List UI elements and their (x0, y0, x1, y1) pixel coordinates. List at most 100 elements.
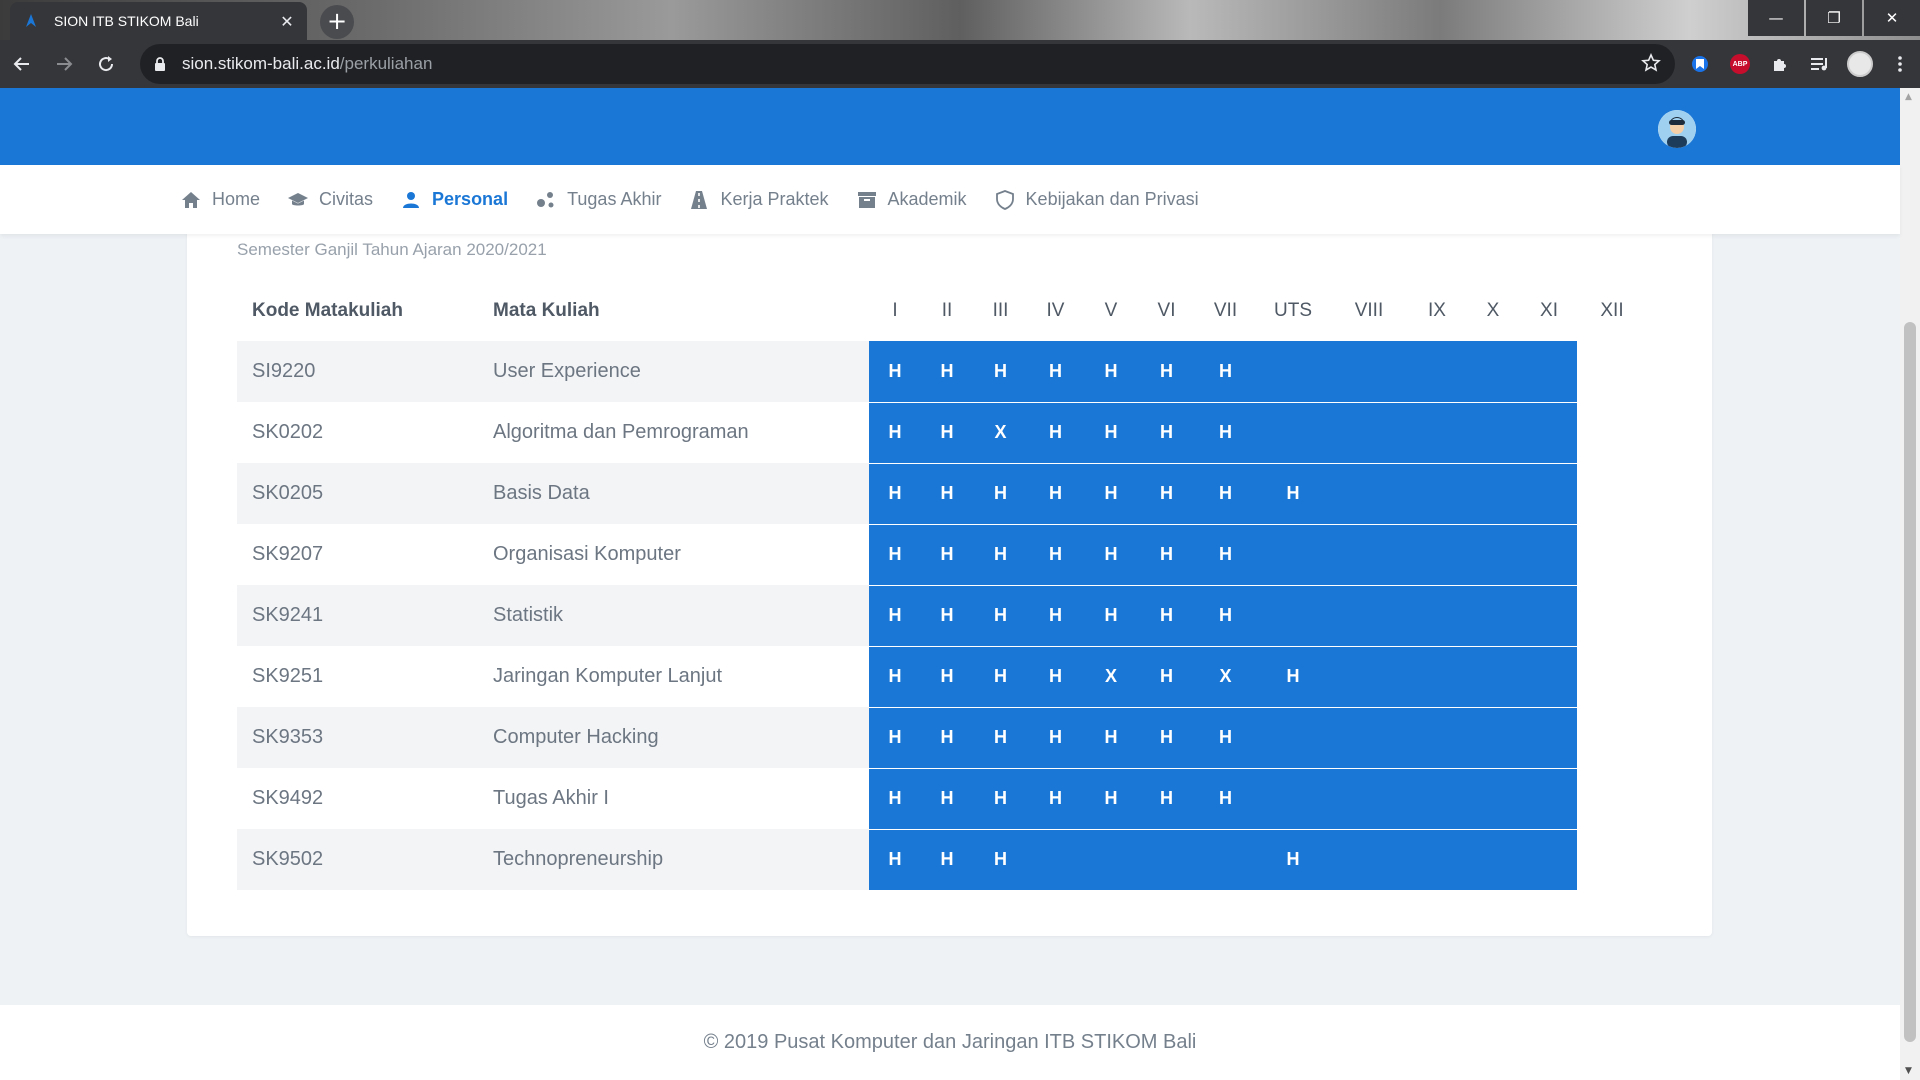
attendance-cell: H (1028, 585, 1083, 647)
attendance-cell: H (1028, 402, 1083, 464)
scroll-down-icon[interactable]: ▼ (1905, 1066, 1912, 1076)
attendance-cell: H (1194, 341, 1257, 403)
attendance-cell: X (1194, 646, 1257, 708)
attendance-cell (1521, 402, 1577, 464)
attendance-cell: H (973, 707, 1028, 769)
url-path: /perkuliahan (339, 54, 433, 73)
attendance-cell: H (1083, 463, 1139, 525)
attendance-cell: H (921, 341, 973, 403)
scrollbar-thumb[interactable] (1904, 322, 1916, 1042)
attendance-cell: H (921, 402, 973, 464)
attendance-cell (1409, 585, 1465, 647)
attendance-cell (1465, 707, 1521, 769)
back-button[interactable] (2, 44, 42, 84)
window-controls: — ❐ ✕ (1746, 0, 1920, 40)
attendance-cell: H (973, 768, 1028, 830)
tab-close-icon[interactable]: ✕ (277, 12, 297, 31)
nav-kebijakan-privasi[interactable]: Kebijakan dan Privasi (994, 189, 1199, 211)
attendance-cell: H (1028, 707, 1083, 769)
attendance-cell: H (973, 463, 1028, 525)
attendance-cell (1257, 341, 1329, 403)
attendance-cell (1329, 402, 1409, 464)
address-bar[interactable]: sion.stikom-bali.ac.id/perkuliahan (140, 44, 1675, 84)
table-row: SK9353 Computer Hacking H H H H H H H (237, 707, 1647, 769)
attendance-cell: H (1257, 829, 1329, 891)
col-header-meeting: VIII (1354, 299, 1384, 321)
forward-button[interactable] (44, 44, 84, 84)
course-name-cell: User Experience (478, 341, 869, 402)
attendance-cell (1409, 402, 1465, 464)
attendance-cell (1521, 341, 1577, 403)
bookmark-extension-icon[interactable] (1680, 48, 1720, 80)
attendance-cell: H (869, 829, 921, 891)
new-tab-button[interactable]: + (320, 5, 354, 39)
puzzle-extensions-icon[interactable] (1760, 48, 1800, 80)
attendance-cell: H (921, 463, 973, 525)
col-header-meeting: IV (1046, 299, 1065, 321)
attendance-cell (1577, 768, 1647, 829)
attendance-cell (1577, 463, 1647, 524)
arrow-left-icon (13, 57, 29, 71)
nav-kerja-praktek[interactable]: Kerja Praktek (688, 189, 829, 211)
nav-home[interactable]: Home (180, 189, 260, 211)
nav-label-akademik: Akademik (887, 189, 967, 209)
media-queue-icon[interactable] (1800, 48, 1840, 80)
nav-akademik[interactable]: Akademik (856, 189, 967, 211)
attendance-cell (1521, 463, 1577, 525)
attendance-cell (1329, 646, 1409, 708)
page-scrollbar[interactable]: ▲ ▼ (1900, 88, 1920, 1080)
col-header-meeting: X (1486, 299, 1500, 321)
attendance-cell: H (1139, 646, 1194, 708)
attendance-cell: H (869, 646, 921, 708)
browser-menu-icon[interactable] (1880, 48, 1920, 80)
attendance-cell: X (973, 402, 1028, 464)
minimize-button[interactable]: — (1748, 0, 1804, 36)
attendance-cell (1257, 768, 1329, 830)
restore-button[interactable]: ❐ (1806, 0, 1862, 36)
bookmark-star-icon[interactable] (1641, 53, 1661, 77)
course-code-cell: SK0202 (237, 402, 478, 463)
attendance-cell: H (1139, 524, 1194, 586)
reload-button[interactable] (86, 44, 126, 84)
course-code-cell: SK9492 (237, 768, 478, 829)
nav-tugas-akhir[interactable]: Tugas Akhir (535, 189, 661, 211)
attendance-cell: H (1139, 463, 1194, 525)
attendance-cell (1465, 768, 1521, 830)
extension-icons: ABP (1680, 48, 1920, 80)
attendance-cell: H (1194, 402, 1257, 464)
course-name-cell: Statistik (478, 585, 869, 646)
attendance-cell (1257, 402, 1329, 464)
attendance-cell (1521, 524, 1577, 586)
attendance-cell (1465, 402, 1521, 464)
attendance-cell (1465, 524, 1521, 586)
nav-civitas[interactable]: Civitas (287, 189, 373, 211)
browser-tab[interactable]: SION ITB STIKOM Bali ✕ (10, 2, 307, 40)
course-code-cell: SK9251 (237, 646, 478, 707)
attendance-cell: H (869, 768, 921, 830)
abp-label: ABP (1730, 54, 1750, 74)
col-header-meeting: IX (1428, 299, 1446, 321)
nav-personal[interactable]: Personal (400, 189, 508, 211)
close-window-button[interactable]: ✕ (1864, 0, 1920, 36)
attendance-cell (1409, 768, 1465, 830)
attendance-cell (1521, 768, 1577, 830)
course-name-cell: Algoritma dan Pemrograman (478, 402, 869, 463)
user-avatar[interactable] (1658, 110, 1696, 148)
attendance-cell: X (1083, 646, 1139, 708)
attendance-cell: H (1028, 524, 1083, 586)
arrow-right-icon (57, 57, 73, 71)
attendance-cell: H (869, 463, 921, 525)
attendance-cell (1521, 707, 1577, 769)
attendance-cell: H (973, 341, 1028, 403)
table-row: SK9492 Tugas Akhir IHHHHHHH (237, 768, 1647, 830)
attendance-cell (1409, 829, 1465, 891)
profile-avatar-icon[interactable] (1840, 48, 1880, 80)
attendance-cell: H (921, 524, 973, 586)
table-row: SI9220 User Experience H H H H H H H (237, 341, 1647, 403)
table-row: SK9241 Statistik H H H H H H H (237, 585, 1647, 647)
attendance-cell (1577, 829, 1647, 890)
attendance-cell: H (921, 829, 973, 891)
attendance-cell: H (1028, 463, 1083, 525)
scroll-up-icon[interactable]: ▲ (1905, 92, 1912, 102)
adblock-plus-icon[interactable]: ABP (1720, 48, 1760, 80)
